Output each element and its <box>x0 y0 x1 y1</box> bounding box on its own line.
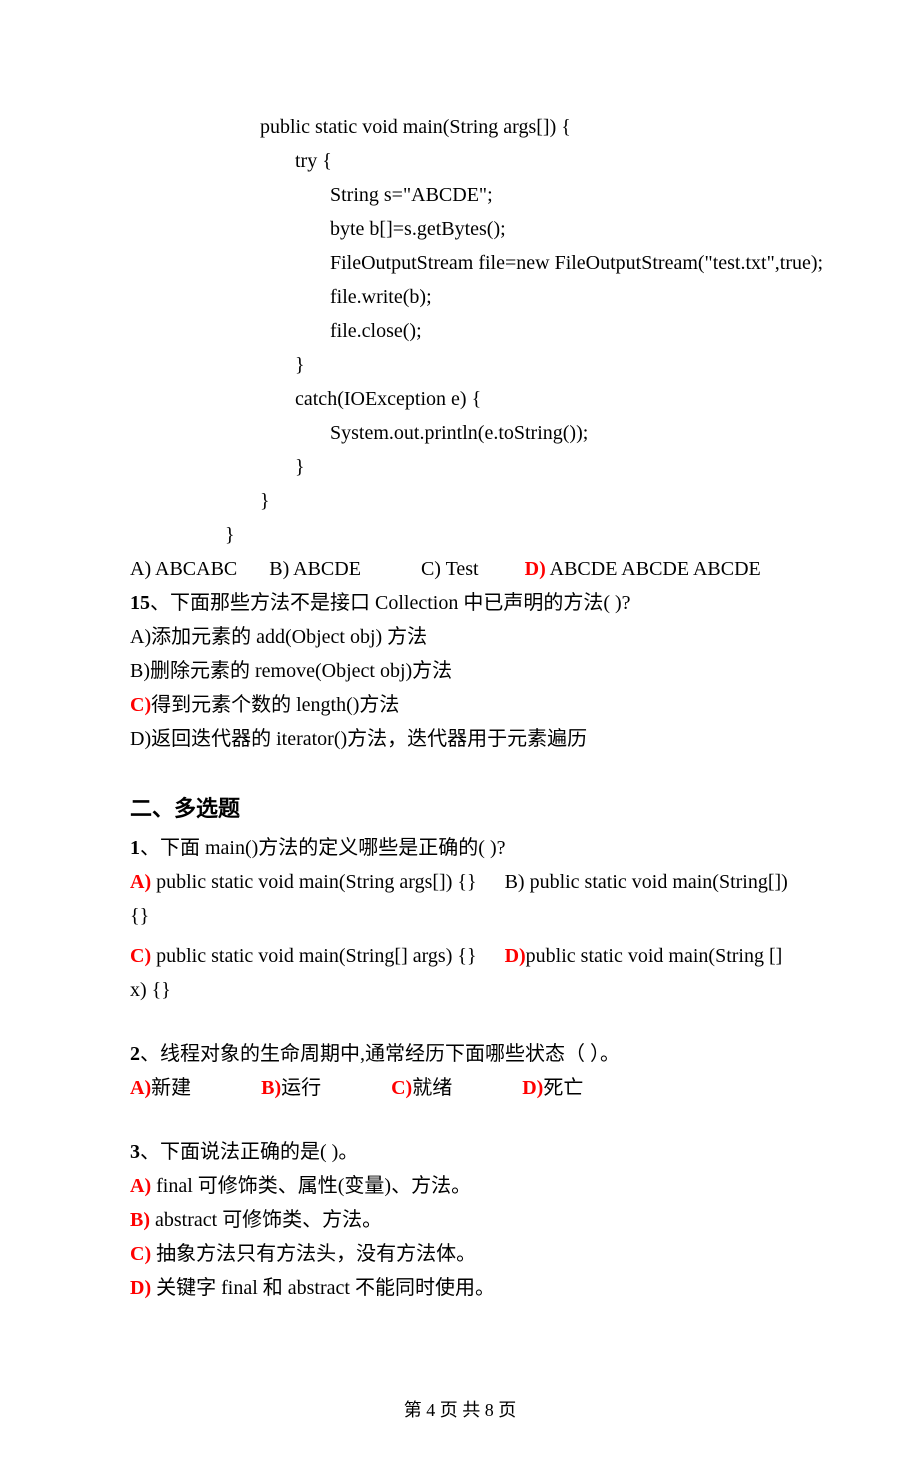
mq2-stem: 2、线程对象的生命周期中,通常经历下面哪些状态（ ）。 <box>130 1037 790 1071</box>
mq3-option-c: C) 抽象方法只有方法头，没有方法体。 <box>130 1237 790 1271</box>
mq1-option-d-prefix: D) <box>505 945 526 967</box>
code-line: } <box>130 484 790 518</box>
mq3-option-d: D) 关键字 final 和 abstract 不能同时使用。 <box>130 1271 790 1305</box>
page: public static void main(String args[]) {… <box>0 0 920 1466</box>
q15-stem: 15、下面那些方法不是接口 Collection 中已声明的方法( )? <box>130 586 790 620</box>
mq2-option-d-prefix: D) <box>522 1077 543 1099</box>
q14-option-d-prefix: D) <box>525 558 546 580</box>
mq1-option-c-text: public static void main(String[] args) {… <box>151 945 476 967</box>
mq3-text: 、下面说法正确的是( )。 <box>140 1141 358 1163</box>
q15-text: 、下面那些方法不是接口 Collection 中已声明的方法( )? <box>150 592 631 614</box>
mq3-option-c-prefix: C) <box>130 1243 151 1265</box>
code-line: try { <box>130 144 790 178</box>
code-line: System.out.println(e.toString()); <box>130 416 790 450</box>
code-line: public static void main(String args[]) { <box>130 110 790 144</box>
mq2-option-d-text: 死亡 <box>543 1077 583 1099</box>
mq1-option-c-prefix: C) <box>130 945 151 967</box>
page-footer: 第 4 页 共 8 页 <box>130 1395 790 1426</box>
q15-option-d: D)返回迭代器的 iterator()方法，迭代器用于元素遍历 <box>130 722 790 756</box>
q15-option-b: B)删除元素的 remove(Object obj)方法 <box>130 654 790 688</box>
code-line: FileOutputStream file=new FileOutputStre… <box>130 246 790 280</box>
q14-option-b: B) ABCDE <box>269 558 361 580</box>
q15-option-c: C)得到元素个数的 length()方法 <box>130 688 790 722</box>
mq3-option-a-text: final 可修饰类、属性(变量)、方法。 <box>151 1175 471 1197</box>
mq3-option-b-prefix: B) <box>130 1209 150 1231</box>
section-2-header: 二、多选题 <box>130 790 790 827</box>
mq3-stem: 3、下面说法正确的是( )。 <box>130 1135 790 1169</box>
mq2-number: 2 <box>130 1043 140 1065</box>
code-line: catch(IOException e) { <box>130 382 790 416</box>
q14-option-c: C) Test <box>421 558 479 580</box>
code-line: } <box>130 518 790 552</box>
code-line: String s="ABCDE"; <box>130 178 790 212</box>
q14-options: A) ABCABC B) ABCDE C) Test D) ABCDE ABCD… <box>130 552 790 586</box>
mq1-text: 、下面 main()方法的定义哪些是正确的( )? <box>140 837 506 859</box>
mq2-option-b-text: 运行 <box>281 1077 321 1099</box>
mq1-row1: A) public static void main(String args[]… <box>130 865 790 933</box>
mq1-option-a-text: public static void main(String args[]) {… <box>151 871 476 893</box>
q15-number: 15 <box>130 592 150 614</box>
mq2-options: A)新建 B)运行 C)就绪 D)死亡 <box>130 1071 790 1105</box>
q15-option-a: A)添加元素的 add(Object obj) 方法 <box>130 620 790 654</box>
mq2-option-c-prefix: C) <box>391 1077 412 1099</box>
mq2-option-a-prefix: A) <box>130 1077 151 1099</box>
mq3-option-d-text: 关键字 final 和 abstract 不能同时使用。 <box>151 1277 495 1299</box>
mq3-option-a-prefix: A) <box>130 1175 151 1197</box>
q14-option-a: A) ABCABC <box>130 558 237 580</box>
q15-option-c-text: 得到元素个数的 length()方法 <box>151 694 399 716</box>
mq3-option-c-text: 抽象方法只有方法头，没有方法体。 <box>151 1243 476 1265</box>
mq2-text: 、线程对象的生命周期中,通常经历下面哪些状态（ ）。 <box>140 1043 620 1065</box>
mq3-option-a: A) final 可修饰类、属性(变量)、方法。 <box>130 1169 790 1203</box>
mq1-option-a-prefix: A) <box>130 871 151 893</box>
code-line: } <box>130 450 790 484</box>
mq1-row2: C) public static void main(String[] args… <box>130 939 790 1007</box>
code-line: file.close(); <box>130 314 790 348</box>
code-line: byte b[]=s.getBytes(); <box>130 212 790 246</box>
mq3-number: 3 <box>130 1141 140 1163</box>
mq2-option-c-text: 就绪 <box>412 1077 452 1099</box>
mq1-stem: 1、下面 main()方法的定义哪些是正确的( )? <box>130 831 790 865</box>
code-line: } <box>130 348 790 382</box>
q15-option-c-prefix: C) <box>130 694 151 716</box>
mq3-option-b: B) abstract 可修饰类、方法。 <box>130 1203 790 1237</box>
mq3-option-d-prefix: D) <box>130 1277 151 1299</box>
mq2-option-a-text: 新建 <box>151 1077 191 1099</box>
mq2-option-b-prefix: B) <box>261 1077 281 1099</box>
mq3-option-b-text: abstract 可修饰类、方法。 <box>150 1209 382 1231</box>
q14-option-d-text: ABCDE ABCDE ABCDE <box>546 558 761 580</box>
code-line: file.write(b); <box>130 280 790 314</box>
mq1-number: 1 <box>130 837 140 859</box>
